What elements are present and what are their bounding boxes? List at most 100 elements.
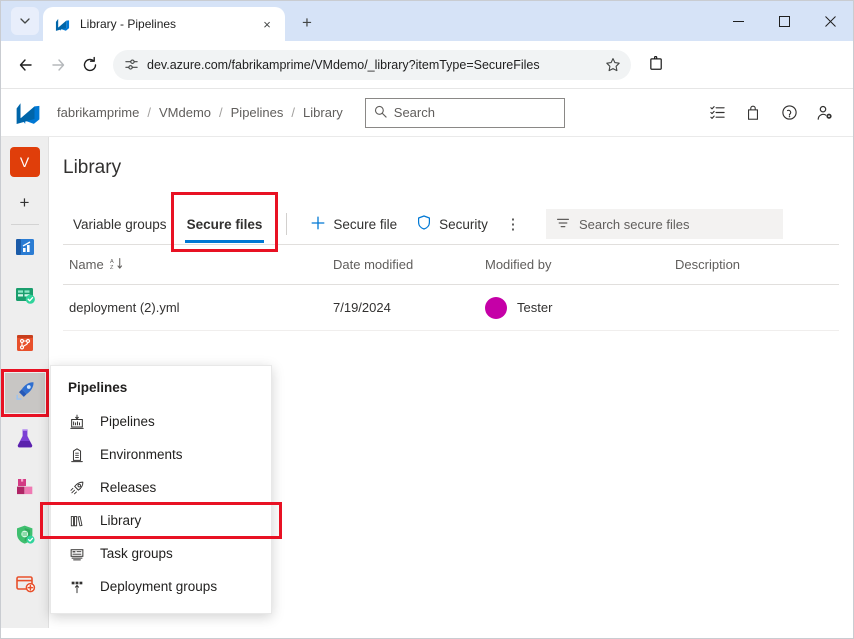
library-pivot-bar: Variable groups Secure files Secure file <box>63 192 839 252</box>
tab-secure-files[interactable]: Secure files <box>170 192 279 252</box>
new-tab-button[interactable]: + <box>293 9 321 37</box>
reload-button[interactable] <box>75 50 105 80</box>
grid-header-row: Name A Z Date modified Modified by Descr… <box>63 245 839 285</box>
azure-devops-favicon-icon <box>55 16 71 32</box>
browser-toolbar: dev.azure.com/fabrikamprime/VMdemo/_libr… <box>1 41 853 89</box>
deployment-groups-icon <box>68 579 86 595</box>
plus-icon <box>311 216 325 233</box>
column-header-name[interactable]: Name A Z <box>63 257 333 273</box>
billing-icon <box>13 571 37 600</box>
column-header-date-modified[interactable]: Date modified <box>333 257 485 272</box>
tab-variable-groups[interactable]: Variable groups <box>63 205 177 243</box>
cell-name[interactable]: deployment (2).yml <box>63 300 333 315</box>
back-button[interactable] <box>11 50 41 80</box>
address-bar[interactable]: dev.azure.com/fabrikamprime/VMdemo/_libr… <box>113 49 631 80</box>
rail-item-artifacts[interactable] <box>5 469 45 509</box>
library-icon <box>68 513 86 529</box>
rail-item-billing[interactable] <box>5 565 45 605</box>
project-avatar[interactable]: V <box>9 147 40 177</box>
rail-item-repos[interactable] <box>5 325 45 365</box>
repos-icon <box>13 331 37 360</box>
shopping-bag-icon[interactable] <box>739 99 767 127</box>
tab-search-chevron-icon[interactable] <box>11 7 39 35</box>
global-search-input[interactable]: Search <box>364 97 565 128</box>
breadcrumb-pipelines[interactable]: Pipelines <box>231 105 284 120</box>
breadcrumb-project[interactable]: VMdemo <box>159 105 211 120</box>
breadcrumb-library[interactable]: Library <box>303 105 343 120</box>
flyout-item-environments[interactable]: Environments <box>51 438 271 471</box>
security-icon <box>13 523 37 552</box>
forward-button[interactable] <box>43 50 73 80</box>
ado-nav-rail: V + <box>1 137 49 628</box>
azure-devops-logo-icon[interactable] <box>13 98 43 128</box>
boards-icon <box>13 283 37 312</box>
security-button[interactable]: Security <box>407 208 498 240</box>
search-icon <box>374 105 387 121</box>
minimize-window-button[interactable] <box>715 1 761 41</box>
pipelines-flyout-menu: Pipelines Pipelines Environments Release… <box>40 365 282 614</box>
flyout-item-deployment-groups[interactable]: Deployment groups <box>51 570 271 603</box>
flyout-item-deployment-groups-label: Deployment groups <box>100 579 218 594</box>
sort-ascending-icon: A Z <box>110 257 123 273</box>
close-window-button[interactable] <box>807 1 853 41</box>
checklist-icon[interactable] <box>703 99 731 127</box>
column-header-modified-by[interactable]: Modified by <box>485 257 675 272</box>
add-secure-file-button[interactable]: Secure file <box>301 208 407 240</box>
page-title: Library <box>63 157 122 178</box>
window-controls <box>715 1 853 41</box>
flyout-item-environments-label: Environments <box>100 447 183 462</box>
column-header-modified-by-label: Modified by <box>485 257 552 272</box>
ado-global-header: fabrikamprime / VMdemo / Pipelines / Lib… <box>1 89 853 137</box>
user-settings-icon[interactable] <box>811 99 839 127</box>
address-bar-url: dev.azure.com/fabrikamprime/VMdemo/_libr… <box>147 57 540 72</box>
flyout-title: Pipelines <box>68 380 128 395</box>
browser-tab-title: Library - Pipelines <box>80 17 177 31</box>
environments-icon <box>68 447 86 463</box>
flyout-item-releases[interactable]: Releases <box>51 471 271 504</box>
more-commands-button[interactable]: ⋮ <box>498 208 528 240</box>
extensions-icon[interactable] <box>641 50 671 80</box>
pipelines-icon <box>68 414 86 430</box>
breadcrumb-separator: / <box>219 105 223 120</box>
column-header-date-modified-label: Date modified <box>333 257 414 272</box>
secure-files-grid: Name A Z Date modified Modified by Descr… <box>63 245 839 331</box>
svg-text:A: A <box>110 258 114 264</box>
search-secure-files-placeholder: Search secure files <box>578 216 690 232</box>
column-header-description[interactable]: Description <box>675 257 839 272</box>
rail-item-overview[interactable] <box>5 229 45 269</box>
table-row[interactable]: deployment (2).yml 7/19/2024 Tester <box>63 285 839 331</box>
shield-icon <box>417 215 431 233</box>
overview-icon <box>13 235 37 264</box>
filter-icon <box>556 216 570 233</box>
breadcrumb-organization[interactable]: fabrikamprime <box>57 105 139 120</box>
create-new-icon[interactable]: + <box>9 187 41 219</box>
pipelines-icon <box>13 379 37 408</box>
cell-date-modified: 7/19/2024 <box>333 300 391 315</box>
cell-modified-by: Tester <box>485 296 675 319</box>
flyout-item-task-groups[interactable]: Task groups <box>51 537 271 570</box>
flyout-item-releases-label: Releases <box>100 480 157 495</box>
page-body: V + Library Variable groups Secure files… <box>1 137 853 628</box>
flyout-item-pipelines-label: Pipelines <box>100 414 155 429</box>
tab-secure-files-label: Secure files <box>186 216 263 232</box>
flyout-item-library[interactable]: Library <box>40 502 282 539</box>
rail-item-security[interactable] <box>5 517 45 557</box>
column-header-name-label: Name <box>69 257 104 272</box>
rail-item-pipelines[interactable] <box>1 369 49 417</box>
rail-item-boards[interactable] <box>5 277 45 317</box>
security-label: Security <box>439 216 488 232</box>
test-plans-icon <box>13 427 37 456</box>
bookmark-star-icon[interactable] <box>605 57 621 73</box>
help-icon[interactable] <box>775 99 803 127</box>
avatar <box>485 296 507 319</box>
search-secure-files-input[interactable]: Search secure files <box>545 209 783 239</box>
secure-file-name[interactable]: deployment (2).yml <box>69 300 180 315</box>
flyout-item-pipelines[interactable]: Pipelines <box>51 405 271 438</box>
maximize-window-button[interactable] <box>761 1 807 41</box>
rail-item-test-plans[interactable] <box>5 421 45 461</box>
task-groups-icon <box>68 546 86 562</box>
browser-tab[interactable]: Library - Pipelines × <box>43 7 285 41</box>
close-tab-icon[interactable]: × <box>257 14 277 34</box>
flyout-item-task-groups-label: Task groups <box>100 546 173 561</box>
site-settings-icon[interactable] <box>124 57 139 72</box>
